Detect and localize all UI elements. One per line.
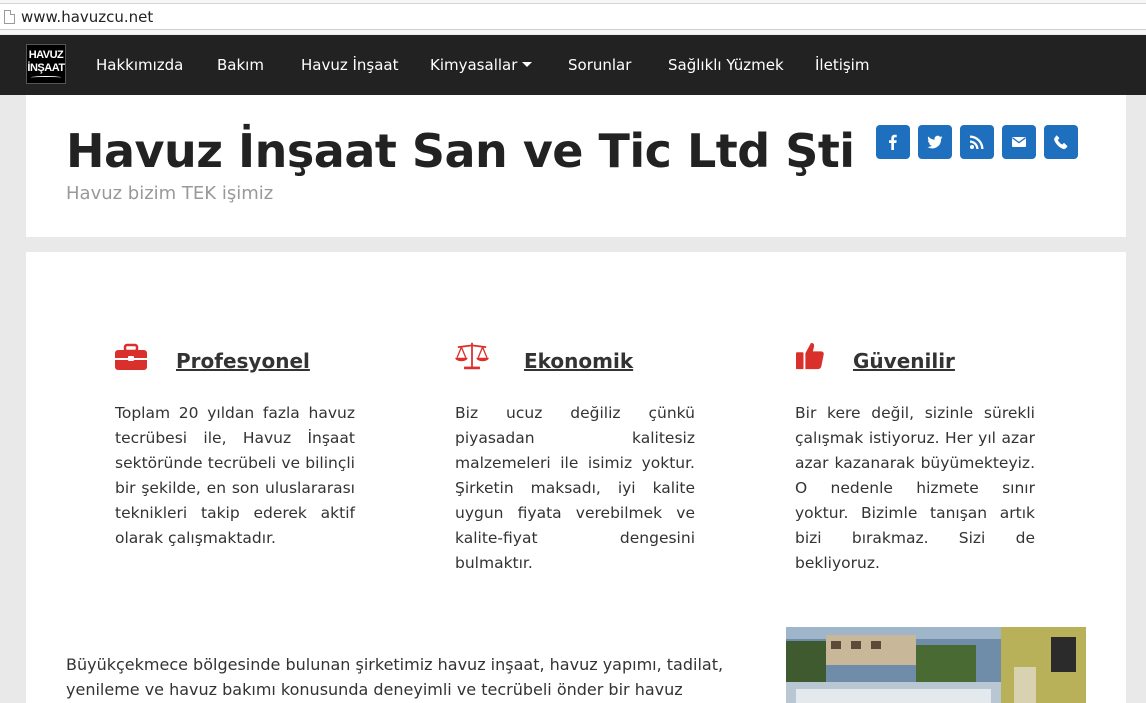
nav-item-hakkimizda[interactable]: Hakkımızda: [96, 56, 183, 74]
logo-wave-icon: [31, 76, 61, 79]
phone-icon: [1054, 135, 1068, 150]
navbar: HAVUZ İNŞAAT Hakkımızda Bakım Havuz İnşa…: [0, 35, 1146, 95]
feature-title-profesyonel: Profesyonel: [176, 349, 310, 373]
logo-line2: İNŞAAT: [27, 62, 65, 74]
feature-text-ekonomik: Biz ucuz değiliz çünkü piyasadan kalites…: [455, 404, 695, 572]
nav-item-havuz-insaat[interactable]: Havuz İnşaat: [301, 56, 399, 74]
chevron-down-icon[interactable]: [522, 62, 532, 67]
pool-photo: [786, 627, 1086, 703]
nav-item-kimyasallar[interactable]: Kimyasallar: [430, 56, 517, 74]
logo-line1: HAVUZ: [28, 49, 64, 61]
feature-title-ekonomik: Ekonomik: [524, 349, 634, 373]
feature-text-guvenilir: Bir kere değil, sizinle sürekli çalışmak…: [795, 404, 1035, 572]
nav-item-sorunlar[interactable]: Sorunlar: [568, 56, 631, 74]
phone-button[interactable]: [1044, 125, 1078, 159]
url-field[interactable]: www.havuzcu.net: [0, 3, 1146, 30]
site-subtitle: Havuz bizim TEK işimiz: [66, 183, 274, 204]
nav-item-iletisim[interactable]: İletişim: [815, 56, 869, 74]
twitter-icon: [927, 135, 943, 149]
facebook-button[interactable]: [876, 125, 910, 159]
header-panel: Havuz İnşaat San ve Tic Ltd Şti Havuz bi…: [26, 95, 1126, 237]
rss-icon: [970, 135, 984, 149]
feature-title-guvenilir: Güvenilir: [853, 349, 955, 373]
site-logo[interactable]: HAVUZ İNŞAAT: [26, 44, 66, 84]
twitter-button[interactable]: [918, 125, 952, 159]
envelope-icon: [1012, 137, 1026, 147]
nav-item-saglikli-yuzmek[interactable]: Sağlıklı Yüzmek: [668, 56, 784, 74]
rss-button[interactable]: [960, 125, 994, 159]
feature-text-profesyonel: Toplam 20 yıldan fazla havuz tecrübesi i…: [115, 404, 355, 547]
briefcase-icon: [115, 343, 147, 370]
nav-item-bakim[interactable]: Bakım: [217, 56, 264, 74]
url-text[interactable]: www.havuzcu.net: [21, 8, 153, 26]
intro-paragraph: Büyükçekmece bölgesinde bulunan şirketim…: [66, 655, 724, 699]
email-button[interactable]: [1002, 125, 1036, 159]
facebook-icon: [889, 134, 897, 150]
thumbs-up-icon: [796, 342, 824, 370]
pool-photo-image: [786, 627, 1086, 703]
site-title: Havuz İnşaat San ve Tic Ltd Şti: [66, 124, 855, 178]
browser-address-bar: www.havuzcu.net: [0, 0, 1146, 34]
balance-scale-icon: [455, 342, 489, 370]
main-content: Profesyonel Toplam 20 yıldan fazla havuz…: [26, 252, 1126, 703]
page-icon: [4, 10, 15, 24]
